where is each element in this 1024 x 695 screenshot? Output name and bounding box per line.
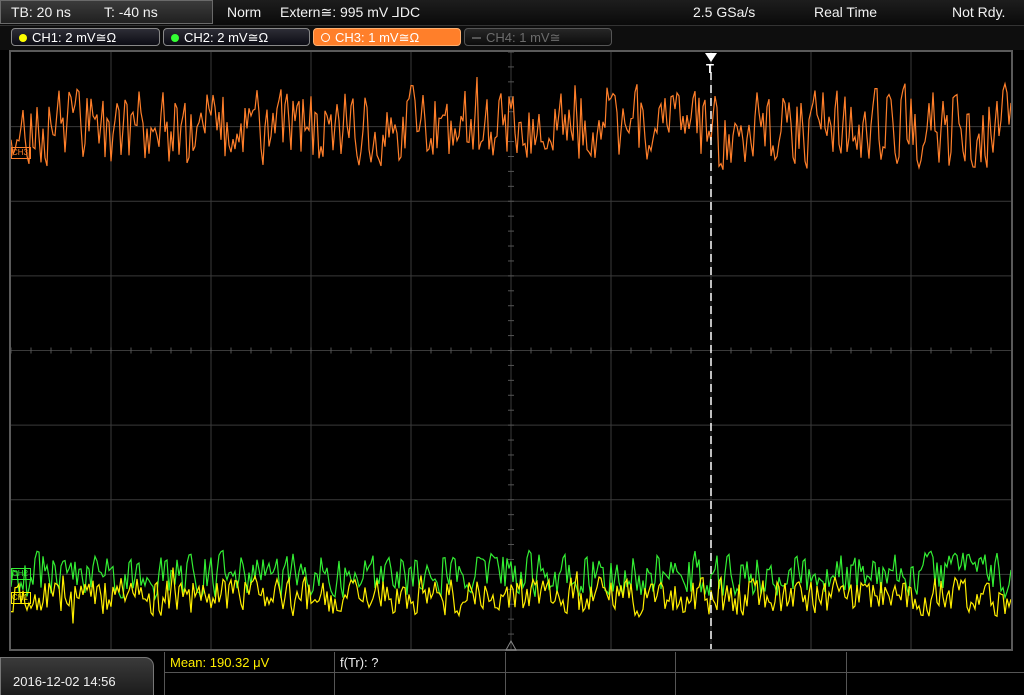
trigger-time-value[interactable]: T: -40 ns xyxy=(104,4,158,20)
acquisition-mode[interactable]: Real Time xyxy=(814,4,877,20)
channel-bar: CH1: 2 mV≅Ω CH2: 2 mV≅Ω CH3: 1 mV≅Ω CH4:… xyxy=(0,26,1024,50)
channel-1-offset-marker[interactable]: CH1 xyxy=(11,592,31,604)
status-bar: TB: 20 ns T: -40 ns Norm Extern≅: 995 mV… xyxy=(0,0,1024,26)
channel-4-color-icon xyxy=(472,36,481,39)
frequency-measurement: f(Tr): ? xyxy=(340,655,379,670)
channel-4-label: CH4: 1 mV≅ xyxy=(486,30,561,45)
trigger-marker-label: T xyxy=(706,61,714,76)
channel-3-label: CH3: 1 mV≅Ω xyxy=(335,30,420,45)
measurement-cell-5[interactable] xyxy=(846,652,1024,695)
channel-3-color-icon xyxy=(321,33,330,43)
channel-3-button[interactable]: CH3: 1 mV≅Ω xyxy=(313,28,461,46)
run-status: Not Rdy. xyxy=(952,4,1006,20)
waveform-canvas[interactable] xyxy=(11,52,1011,649)
timebase-box[interactable]: TB: 20 ns T: -40 ns xyxy=(0,0,213,24)
timebase-value[interactable]: TB: 20 ns xyxy=(11,4,71,20)
channel-2-label: CH2: 2 mV≅Ω xyxy=(184,30,269,45)
trigger-source[interactable]: Extern≅: 995 mV ⅃DC xyxy=(280,4,420,21)
channel-2-offset-marker[interactable]: CH2 xyxy=(11,568,31,580)
sample-rate[interactable]: 2.5 GSa/s xyxy=(693,4,755,20)
mean-measurement: Mean: 190.32 μV xyxy=(170,655,270,670)
horizontal-position-icon xyxy=(505,640,517,651)
waveform-display[interactable] xyxy=(9,50,1013,651)
channel-1-color-icon xyxy=(19,33,27,42)
measurement-cell-3[interactable] xyxy=(505,652,675,695)
channel-2-button[interactable]: CH2: 2 mV≅Ω xyxy=(163,28,310,46)
datetime-box: 2016-12-02 14:56 xyxy=(0,657,154,695)
trigger-mode[interactable]: Norm xyxy=(227,4,261,20)
channel-2-color-icon xyxy=(171,33,179,42)
channel-3-offset-marker[interactable]: CH3 xyxy=(11,147,31,159)
datetime-text: 2016-12-02 14:56 xyxy=(13,674,116,689)
channel-4-button[interactable]: CH4: 1 mV≅ xyxy=(464,28,612,46)
channel-1-label: CH1: 2 mV≅Ω xyxy=(32,30,117,45)
measurement-cell-4[interactable] xyxy=(675,652,846,695)
trigger-position-marker[interactable]: T xyxy=(703,52,719,76)
channel-1-button[interactable]: CH1: 2 mV≅Ω xyxy=(11,28,160,46)
